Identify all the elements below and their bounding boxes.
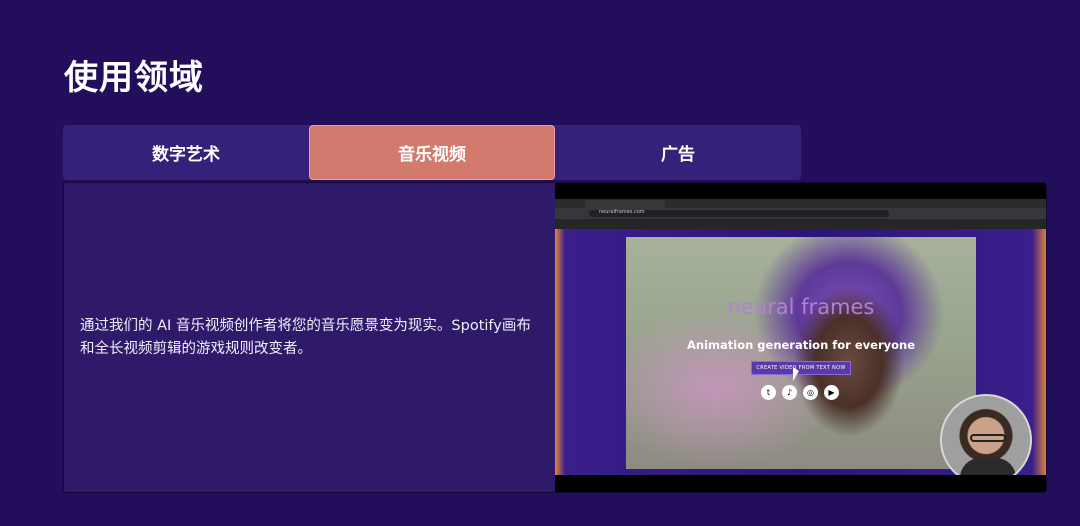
hero-image: neural frames Animation generation for e… xyxy=(626,237,976,469)
use-case-tabs: 数字艺术 音乐视频 广告 xyxy=(63,125,801,180)
create-video-button[interactable]: CREATE VIDEO FROM TEXT NOW xyxy=(751,361,851,375)
browser-url: neuralframes.com xyxy=(599,209,645,215)
hero-tagline: Animation generation for everyone xyxy=(686,338,915,352)
tab-content-panel: 通过我们的 AI 音乐视频创作者将您的音乐愿景变为现实。Spotify画布和全长… xyxy=(63,182,1047,493)
tab-digital-art[interactable]: 数字艺术 xyxy=(63,125,309,180)
bookmarks-bar xyxy=(555,219,1046,229)
tiktok-icon[interactable]: ♪ xyxy=(782,385,797,400)
section-title: 使用领域 xyxy=(64,58,204,98)
browser-address-bar: neuralframes.com xyxy=(555,208,1046,219)
description-box: 通过我们的 AI 音乐视频创作者将您的音乐愿景变为现实。Spotify画布和全长… xyxy=(64,183,556,492)
browser-recording: neuralframes.com neural frames Animation… xyxy=(555,199,1046,475)
browser-tab-strip xyxy=(555,199,1046,208)
tab-music-video[interactable]: 音乐视频 xyxy=(309,125,555,180)
demo-video[interactable]: neuralframes.com neural frames Animation… xyxy=(555,183,1046,492)
webcam-overlay xyxy=(940,394,1032,475)
social-links: t ♪ ◎ ▶ xyxy=(761,385,839,400)
brand-name: neural frames xyxy=(727,295,875,319)
description-text: 通过我们的 AI 音乐视频创作者将您的音乐愿景变为现实。Spotify画布和全长… xyxy=(80,317,531,357)
mouse-cursor-icon xyxy=(793,367,799,381)
instagram-icon[interactable]: ◎ xyxy=(803,385,818,400)
twitter-icon[interactable]: t xyxy=(761,385,776,400)
browser-tab xyxy=(585,200,665,208)
glasses-shape xyxy=(970,434,1006,442)
shirt-shape xyxy=(960,458,1016,475)
youtube-icon[interactable]: ▶ xyxy=(824,385,839,400)
tab-advertising[interactable]: 广告 xyxy=(555,125,801,180)
